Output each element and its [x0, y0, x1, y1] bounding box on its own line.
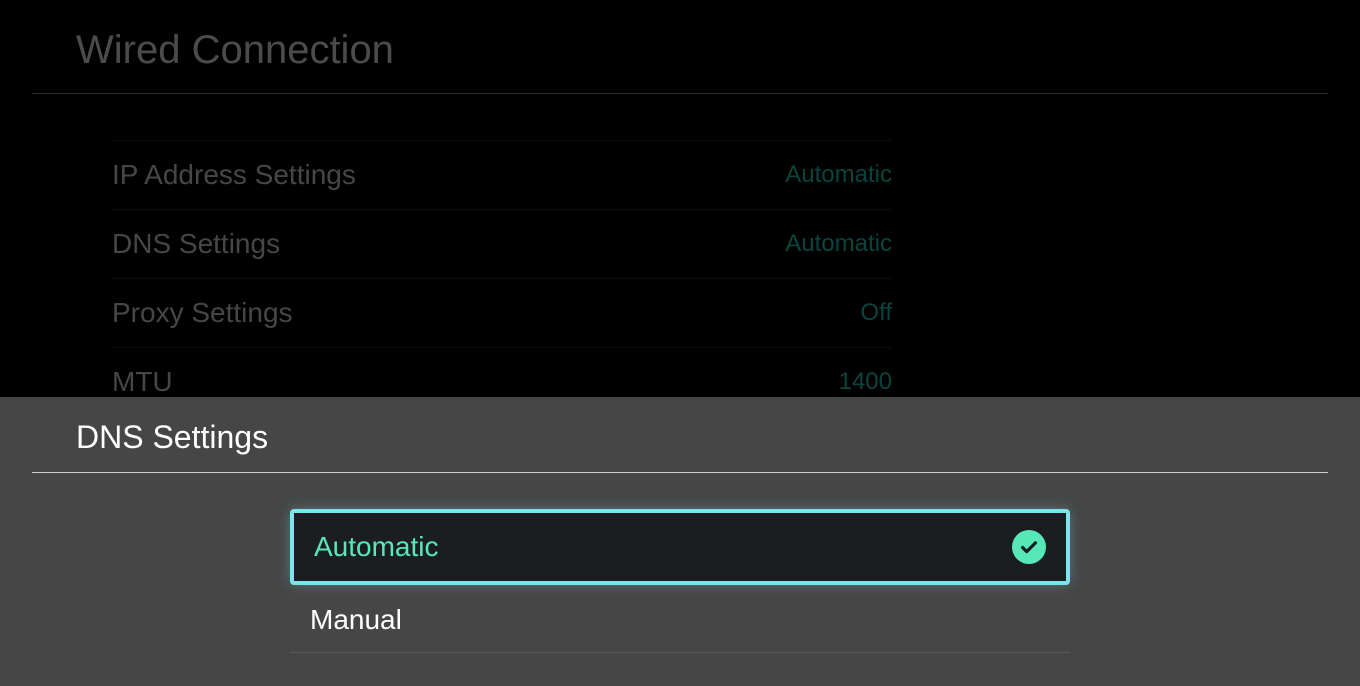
setting-label: IP Address Settings — [112, 159, 356, 191]
checkmark-icon — [1012, 530, 1046, 564]
page-title: Wired Connection — [32, 0, 1328, 94]
setting-value: Off — [860, 299, 892, 327]
option-label: Manual — [310, 604, 402, 636]
setting-row-dns[interactable]: DNS Settings Automatic — [112, 210, 892, 279]
wired-connection-page: Wired Connection IP Address Settings Aut… — [0, 0, 1360, 417]
setting-value: Automatic — [785, 161, 892, 189]
setting-label: Proxy Settings — [112, 297, 293, 329]
option-automatic[interactable]: Automatic — [290, 509, 1070, 585]
setting-row-proxy[interactable]: Proxy Settings Off — [112, 279, 892, 348]
setting-row-ip-address[interactable]: IP Address Settings Automatic — [112, 140, 892, 210]
settings-list: IP Address Settings Automatic DNS Settin… — [112, 140, 892, 417]
option-list: Automatic Manual — [290, 509, 1070, 653]
setting-label: DNS Settings — [112, 228, 280, 260]
setting-label: MTU — [112, 366, 173, 398]
dns-settings-overlay: DNS Settings Automatic Manual — [0, 397, 1360, 686]
setting-value: Automatic — [785, 230, 892, 258]
option-manual[interactable]: Manual — [290, 587, 1070, 653]
overlay-title: DNS Settings — [32, 397, 1328, 473]
setting-value: 1400 — [839, 368, 892, 396]
option-label: Automatic — [314, 531, 439, 563]
